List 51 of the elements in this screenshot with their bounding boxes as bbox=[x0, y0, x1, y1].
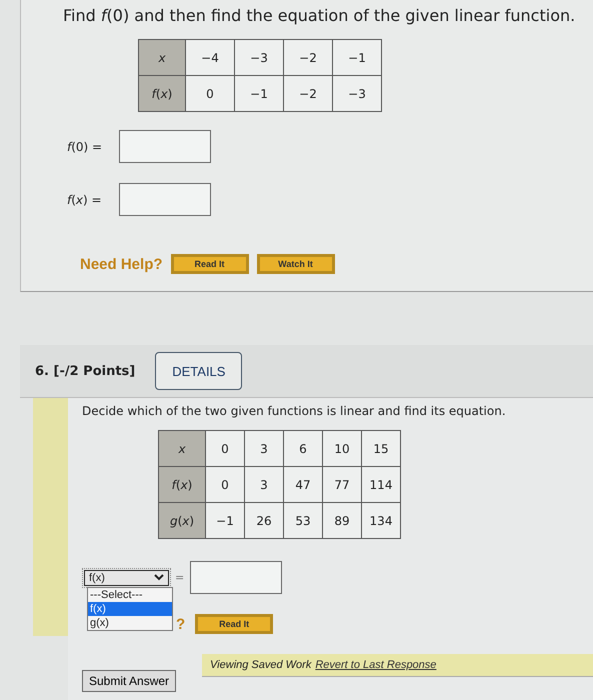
table-cell: 0 bbox=[206, 466, 244, 502]
dropdown-option[interactable]: f(x) bbox=[88, 602, 172, 616]
table-cell: 47 bbox=[284, 466, 322, 502]
table-cell: −3 bbox=[332, 76, 382, 112]
table-header-cell: f(x) bbox=[138, 76, 186, 112]
table-cell: 0 bbox=[186, 76, 234, 112]
details-button[interactable]: DETAILS bbox=[155, 352, 242, 390]
question-prompt: Decide which of the two given functions is linear and find its equation. bbox=[82, 404, 507, 418]
answer-label: f(x) = bbox=[67, 192, 103, 206]
table-cell: −3 bbox=[234, 40, 284, 76]
table-cell: 3 bbox=[244, 466, 284, 502]
equals-sign: = bbox=[175, 571, 184, 584]
table-cell: 6 bbox=[284, 430, 322, 466]
dropdown-option[interactable]: g(x) bbox=[88, 616, 172, 630]
question-number: 6. [-/2 Points] bbox=[35, 364, 136, 378]
table-cell: 134 bbox=[362, 502, 400, 538]
table-cell: 10 bbox=[322, 430, 362, 466]
table-cell: −4 bbox=[186, 40, 234, 76]
answer-field[interactable] bbox=[190, 561, 282, 594]
table-cell: 53 bbox=[284, 502, 322, 538]
table-cell: −1 bbox=[234, 76, 284, 112]
table-header-cell: x bbox=[138, 40, 186, 76]
dropdown-option[interactable]: ---Select--- bbox=[88, 588, 172, 602]
table-header-cell: g(x) bbox=[158, 502, 206, 538]
need-help-label: ? bbox=[176, 616, 186, 632]
table-cell: 26 bbox=[244, 502, 284, 538]
need-help-label: Need Help? bbox=[80, 256, 163, 272]
answer-label: f(0) = bbox=[67, 140, 104, 154]
table-cell: 77 bbox=[322, 466, 362, 502]
revert-link[interactable]: Revert to Last Response bbox=[315, 659, 436, 671]
submit-button[interactable]: Submit Answer bbox=[82, 670, 176, 692]
question-prompt: Find f(0) and then find the equation of the given linear function. bbox=[63, 6, 576, 25]
help-button[interactable]: Watch It bbox=[256, 254, 335, 274]
table-cell: 3 bbox=[244, 430, 284, 466]
notice-text: Viewing Saved Work bbox=[210, 659, 312, 671]
chevron-icon bbox=[154, 574, 164, 581]
function-select[interactable]: f(x) bbox=[84, 570, 169, 586]
table-cell: −2 bbox=[284, 76, 332, 112]
table-cell: −1 bbox=[332, 40, 382, 76]
table-cell: 114 bbox=[362, 466, 400, 502]
table-cell: 15 bbox=[362, 430, 400, 466]
table-cell: −2 bbox=[284, 40, 332, 76]
table-header-cell: x bbox=[158, 430, 206, 466]
table-cell: 0 bbox=[206, 430, 244, 466]
answer-field[interactable] bbox=[119, 130, 211, 163]
table-cell: 89 bbox=[322, 502, 362, 538]
help-button[interactable]: Read It bbox=[170, 254, 249, 274]
table-cell: −1 bbox=[206, 502, 244, 538]
table-header-cell: f(x) bbox=[158, 466, 206, 502]
help-button[interactable]: Read It bbox=[195, 614, 274, 634]
answer-field[interactable] bbox=[119, 183, 211, 216]
